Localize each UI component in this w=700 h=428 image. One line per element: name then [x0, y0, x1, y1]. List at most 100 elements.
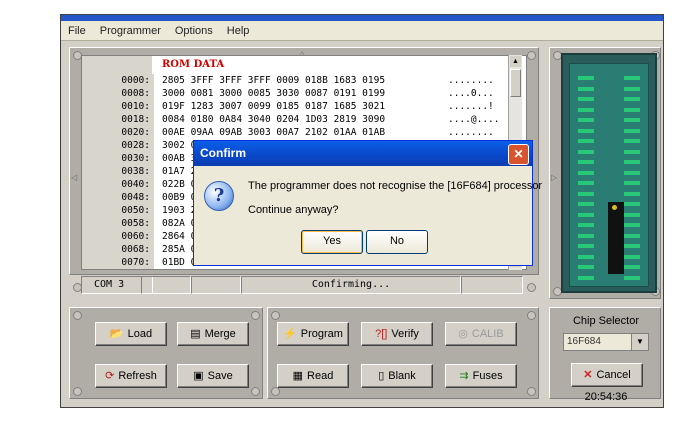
zif-socket — [569, 63, 649, 287]
right-arrow-icon[interactable]: ▷ — [551, 173, 557, 182]
socket-pin — [624, 128, 640, 133]
hex-row: 0000: 2805 3FFF 3FFF 3FFF 0009 018B 1683 … — [82, 74, 526, 87]
chip-selector-dropdown[interactable]: 16F684 ▼ — [563, 333, 649, 351]
status-cell — [461, 276, 523, 294]
hex-address: 0010: — [86, 100, 154, 113]
dialog-title: Confirm — [200, 146, 246, 160]
no-button[interactable]: No — [366, 230, 428, 254]
yes-button[interactable]: Yes — [301, 230, 363, 254]
hex-address: 0040: — [86, 178, 154, 191]
socket-pin — [578, 181, 594, 185]
socket-pin — [624, 107, 640, 112]
socket-pin — [624, 212, 640, 217]
socket-pin — [624, 118, 640, 122]
socket-pin — [624, 139, 640, 143]
socket-pin — [578, 202, 594, 206]
menu-programmer[interactable]: Programmer — [93, 25, 168, 37]
menu-options[interactable]: Options — [168, 25, 220, 37]
status-message: Confirming... — [241, 276, 461, 294]
merge-label: Merge — [204, 328, 236, 340]
socket-pin — [624, 181, 640, 185]
socket-pin — [624, 191, 640, 196]
socket-pin — [578, 223, 594, 227]
socket-pin — [624, 97, 640, 101]
scroll-up-icon[interactable]: ▲ — [510, 56, 521, 67]
hex-address: 0000: — [86, 74, 154, 87]
socket-pin — [578, 86, 594, 91]
save-button[interactable]: ▣ Save — [177, 364, 249, 388]
hex-address: 0058: — [86, 217, 154, 230]
blank-button[interactable]: ▯ Blank — [361, 364, 433, 388]
hex-bytes: 019F 1283 3007 0099 0185 0187 1685 3021 — [162, 101, 386, 112]
hex-address: 0018: — [86, 113, 154, 126]
socket-pin — [624, 233, 640, 238]
program-button[interactable]: ⚡ Program — [277, 322, 349, 346]
socket-pin — [624, 170, 640, 175]
socket-pin — [578, 275, 594, 280]
confirm-dialog: Confirm ✕ ? The programmer does not reco… — [193, 140, 542, 266]
socket-pin — [578, 244, 594, 248]
menu-file[interactable]: File — [61, 25, 93, 37]
hex-address: 0028: — [86, 139, 154, 152]
socket-pin — [578, 254, 594, 259]
left-arrow-icon[interactable]: ◁ — [71, 173, 77, 182]
refresh-label: Refresh — [118, 370, 157, 382]
load-button[interactable]: 📂 Load — [95, 322, 167, 346]
menu-bar: File Programmer Options Help — [61, 21, 663, 41]
socket-pin — [624, 244, 640, 248]
program-label: Program — [300, 328, 343, 340]
dialog-titlebar[interactable]: Confirm ✕ — [194, 141, 532, 166]
hex-address: 0048: — [86, 191, 154, 204]
socket-pin — [624, 265, 640, 269]
grip-icon — [527, 51, 536, 60]
load-label: Load — [127, 328, 153, 340]
socket-pin — [578, 128, 594, 133]
hex-ascii: ....0... — [448, 88, 494, 99]
hex-address: 0070: — [86, 256, 154, 269]
cancel-button[interactable]: ✕ Cancel — [571, 363, 643, 387]
hex-address: 0060: — [86, 230, 154, 243]
fuses-button[interactable]: ⇉ Fuses — [445, 364, 517, 388]
socket-pin — [624, 254, 640, 259]
calib-button[interactable]: ◎ CALIB — [445, 322, 517, 346]
refresh-icon: ⟳ — [105, 369, 115, 382]
socket-pin — [578, 149, 594, 154]
grip-icon — [527, 283, 536, 292]
socket-pin — [624, 223, 640, 227]
socket-pin — [624, 160, 640, 164]
socket-pin — [624, 149, 640, 154]
menu-help[interactable]: Help — [220, 25, 257, 37]
fuses-label: Fuses — [472, 370, 503, 382]
verify-icon: ?[] — [375, 327, 388, 340]
socket-pin — [578, 76, 594, 80]
clock-display: 20:54:36 — [584, 391, 628, 403]
hex-ascii: .......! — [448, 101, 494, 112]
merge-button[interactable]: ▤ Merge — [177, 322, 249, 346]
pin1-marker — [612, 205, 617, 210]
grip-icon — [527, 387, 536, 396]
verify-button[interactable]: ?[] Verify — [361, 322, 433, 346]
refresh-button[interactable]: ⟳ Refresh — [95, 364, 167, 388]
read-button[interactable]: ▦ Read — [277, 364, 349, 388]
blank-page-icon: ▯ — [378, 369, 385, 382]
socket-pin — [578, 265, 594, 269]
hex-bytes: 0084 0180 0A84 3040 0204 1D03 2819 3090 — [162, 114, 386, 125]
chevron-down-icon[interactable]: ▼ — [631, 334, 648, 350]
cancel-x-icon: ✕ — [583, 368, 593, 381]
hex-address: 0038: — [86, 165, 154, 178]
scroll-thumb[interactable] — [510, 69, 521, 97]
grip-icon — [73, 387, 82, 396]
close-icon[interactable]: ✕ — [508, 144, 529, 165]
status-bar: COM 3 Confirming... — [81, 275, 523, 294]
hex-address: 0008: — [86, 87, 154, 100]
grip-icon — [527, 311, 536, 320]
hex-row: 0008: 3000 0081 3000 0085 3030 0087 0191 … — [82, 87, 526, 100]
floppy-disk-icon: ▣ — [193, 369, 204, 382]
chip-selector-label: Chip Selector — [572, 315, 640, 327]
hex-ascii: ....@.... — [448, 114, 500, 125]
grip-icon — [271, 387, 280, 396]
socket-pin — [624, 202, 640, 206]
socket-pin — [624, 275, 640, 280]
socket-pin — [578, 233, 594, 238]
calibrate-icon: ◎ — [458, 327, 468, 340]
